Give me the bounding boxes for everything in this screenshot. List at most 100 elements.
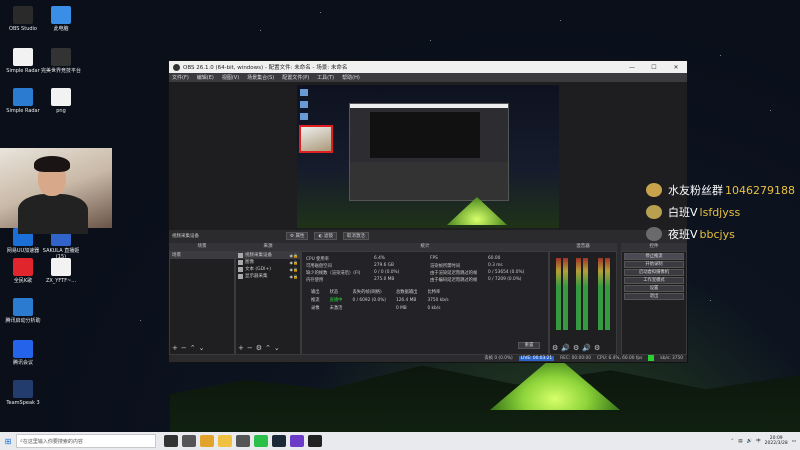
menu-help[interactable]: 帮助(H) [342, 74, 360, 81]
webcam-overlay [0, 148, 112, 234]
source-item[interactable]: 视频采集设备 ◉🔒 [236, 252, 300, 259]
maximize-icon[interactable]: ☐ [643, 64, 665, 71]
menu-scene-collection[interactable]: 场景集合(S) [247, 74, 274, 81]
taskbar-search[interactable]: ⌕ 在这里输入你要搜索的内容 [16, 434, 156, 448]
mixer-toolbar[interactable]: ⚙🔊⚙🔊⚙ [552, 344, 603, 352]
audio-meter [605, 258, 610, 330]
scene-item-label: 场景 [172, 253, 181, 258]
encode-lag-value: 0 / 53654 (0.0%) [488, 270, 525, 275]
day-shift-badge-icon [646, 205, 662, 219]
properties-button[interactable]: ⚙ 属性 [286, 231, 309, 240]
cpu-value: 6.4% [374, 256, 385, 261]
cortana-icon[interactable] [164, 435, 178, 447]
sources-panel: 视频采集设备 ◉🔒 图像 ◉🔒 文本 (GDI+) ◉🔒 显示器采集 ◉🔒 +−⚙⌃⌄ [235, 251, 301, 355]
audio-meter [576, 258, 581, 330]
cell [347, 304, 390, 312]
virtual-camera-button[interactable]: 启动虚拟摄像机 [624, 269, 684, 276]
desktop-icon[interactable]: OBS Studio [2, 6, 44, 32]
preview-webcam-selected[interactable] [299, 125, 333, 153]
settings-button[interactable]: 设置 [624, 285, 684, 292]
render-lag-value: 0 / 0 (0.0%) [374, 270, 400, 275]
stop-streaming-button[interactable]: 停止推流 [624, 253, 684, 260]
desktop-icon[interactable]: 全民K歌 [2, 258, 44, 284]
clock[interactable]: 20:09 2022/3/28 [765, 436, 788, 446]
scenes-header: 场景 [169, 243, 235, 251]
exit-button[interactable]: 退出 [624, 293, 684, 300]
desktop-icon[interactable]: 腾讯会议 [2, 340, 44, 366]
source-item-label: 显示器采集 [245, 274, 268, 279]
fan-badge-icon [646, 183, 662, 197]
disk-label: 可用磁盘空间 [306, 264, 332, 269]
menu-profile[interactable]: 配置文件(P) [282, 74, 309, 81]
source-item[interactable]: 显示器采集 ◉🔒 [236, 273, 300, 280]
wechat-icon[interactable] [254, 435, 268, 447]
network-icon[interactable]: ▤ [738, 439, 742, 444]
stats-panel: CPU 使用率 6.4% 可用磁盘空间 279.6 GB 缺少的帧数（渲染滞后）… [301, 251, 549, 355]
chat-row: 白班V lsfdjyss [646, 202, 800, 222]
chat-name: 夜班V [668, 228, 698, 241]
preview-nested-obs [349, 103, 509, 201]
visibility-icon[interactable]: ◉🔒 [290, 259, 298, 266]
deactivate-button[interactable]: 取消激活 [342, 231, 369, 240]
output-stats-table: 输出 状态 丢失的帧(网络) 总数据输出 比特率 推流 直播中 0 / 6092… [306, 288, 454, 312]
ime-indicator[interactable]: 中 [756, 438, 761, 444]
visibility-icon[interactable]: ◉🔒 [290, 252, 298, 259]
taskbar-apps [162, 435, 324, 447]
visibility-icon[interactable]: ◉🔒 [290, 266, 298, 273]
reset-button[interactable]: 重置 [518, 342, 540, 349]
obs-logo-icon [173, 63, 180, 71]
desktop-icon[interactable]: Simple Radar [2, 48, 44, 74]
steam-icon[interactable] [272, 435, 286, 447]
tray-chevron-icon[interactable]: ⌃ [731, 439, 735, 444]
camera-icon [238, 253, 243, 258]
scenes-toolbar[interactable]: +−⌃⌄ [172, 344, 207, 352]
windows-start-icon[interactable]: ⊞ [0, 437, 16, 446]
menu-tools[interactable]: 工具(T) [317, 74, 334, 81]
desktop-icon[interactable]: Simple Radar [2, 88, 44, 114]
obs-titlebar[interactable]: OBS 26.1.0 (64-bit, windows) - 配置文件: 未命名… [169, 61, 687, 73]
desktop-icon[interactable]: TeamSpeak 3 [2, 380, 44, 406]
controls-panel: 停止推流 开始录制 启动虚拟摄像机 工作室模式 设置 退出 [621, 251, 687, 355]
filters-button[interactable]: ◐ 滤镜 [314, 231, 337, 240]
desktop-icon[interactable]: 腾讯启动分析助 [2, 298, 44, 324]
chat-name: 水友粉丝群 [668, 184, 723, 197]
desktop-icon[interactable]: 此电脑 [40, 6, 82, 32]
desktop-icon[interactable]: png [40, 88, 82, 114]
desktop-icon[interactable]: 完美世界竞技平台 [40, 48, 82, 74]
render-lag-label: 缺少的帧数（渲染滞后）(FI) [306, 271, 361, 276]
minimize-icon[interactable]: — [621, 64, 643, 71]
col-dropped: 丢失的帧(网络) [352, 290, 382, 295]
obs-icon [13, 6, 33, 24]
source-item[interactable]: 文本 (GDI+) ◉🔒 [236, 266, 300, 273]
explorer-icon[interactable] [218, 435, 232, 447]
encoder-lag-value: 0 / 7209 (0.0%) [488, 277, 522, 282]
start-recording-button[interactable]: 开始录制 [624, 261, 684, 268]
col-status: 状态 [329, 290, 339, 295]
close-icon[interactable]: ✕ [665, 64, 687, 71]
studio-mode-button[interactable]: 工作室模式 [624, 277, 684, 284]
table-header-row: 输出 状态 丢失的帧(网络) 总数据输出 比特率 [306, 288, 454, 296]
desktop-icon[interactable]: ZX_YFTF~... [40, 258, 82, 284]
menu-edit[interactable]: 编辑(E) [197, 74, 214, 81]
menu-file[interactable]: 文件(F) [172, 74, 189, 81]
game-icon[interactable] [290, 435, 304, 447]
cell: 3750 kb/s [427, 297, 449, 303]
chrome-icon[interactable] [200, 435, 214, 447]
chat-message: 1046279188 [725, 183, 795, 197]
sources-toolbar[interactable]: +−⚙⌃⌄ [238, 344, 283, 352]
preview-area[interactable] [169, 82, 687, 230]
notification-icon[interactable]: ▭ [792, 439, 796, 444]
preview-canvas[interactable] [297, 85, 559, 228]
volume-icon[interactable]: 🔊 [747, 439, 753, 444]
obs-window[interactable]: OBS 26.1.0 (64-bit, windows) - 配置文件: 未命名… [168, 60, 688, 363]
memory-value: 275.0 MB [374, 277, 395, 282]
store-icon[interactable] [236, 435, 250, 447]
taskview-icon[interactable] [182, 435, 196, 447]
obs-icon[interactable] [308, 435, 322, 447]
chat-overlay: 水友粉丝群 1046279188 白班V lsfdjyss 夜班V bbcjys [646, 180, 800, 246]
dropped-frames: 丢帧 0 (0.0%) [484, 356, 513, 361]
source-item[interactable]: 图像 ◉🔒 [236, 259, 300, 266]
scene-item[interactable]: 场景 [170, 252, 234, 259]
visibility-icon[interactable]: ◉🔒 [290, 273, 298, 280]
menu-view[interactable]: 视图(V) [222, 74, 239, 81]
